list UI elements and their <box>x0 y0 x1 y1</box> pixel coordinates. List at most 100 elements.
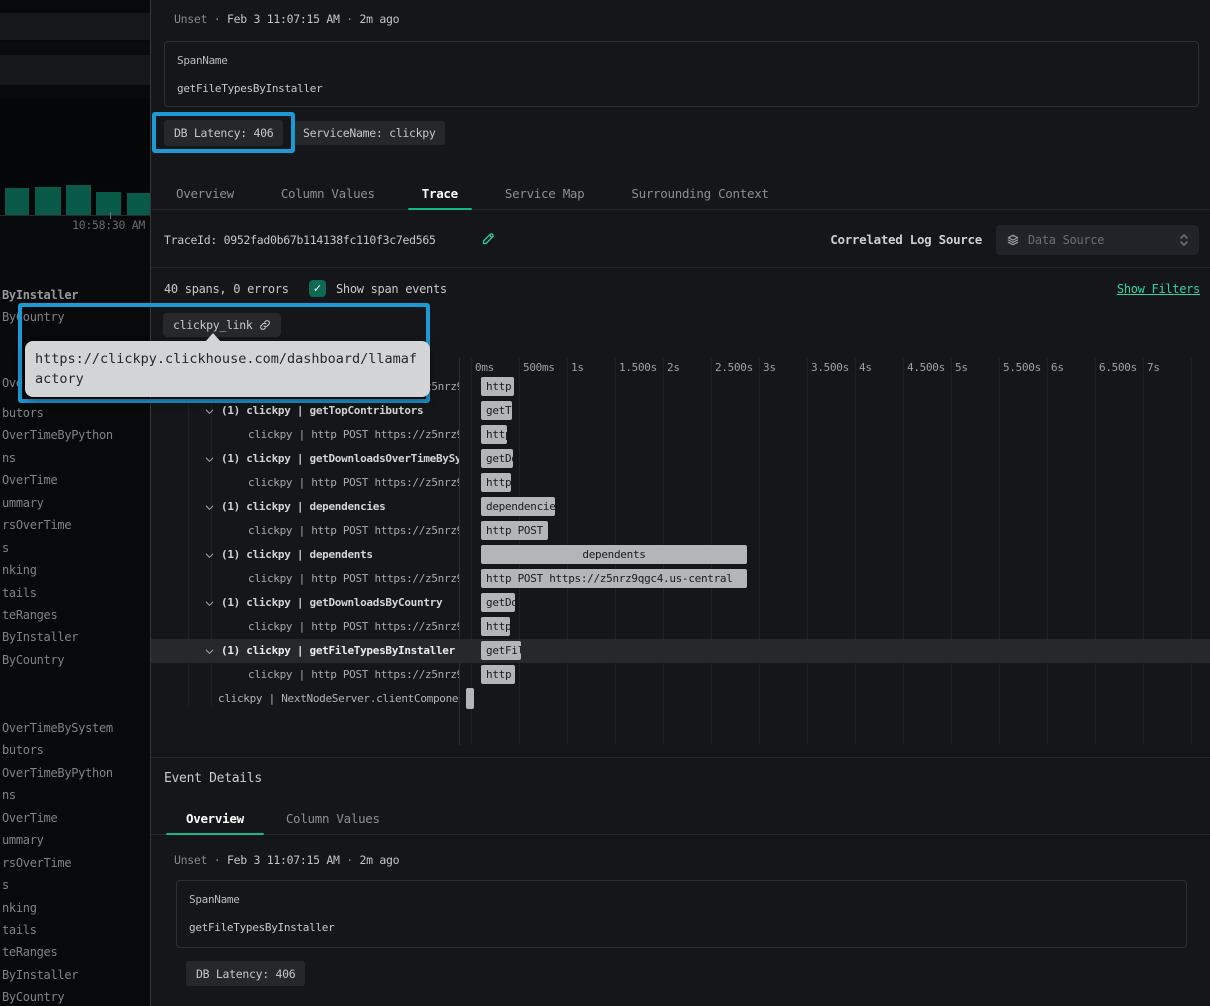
span-duration-bar[interactable]: http POST https://z5nrz9qgc4.us-central <box>481 521 548 540</box>
tab-overview[interactable]: Overview <box>166 802 264 834</box>
sidebar-item[interactable]: rsOverTime <box>2 852 113 874</box>
show-filters-link[interactable]: Show Filters <box>1117 282 1200 296</box>
span-duration-bar[interactable]: http POST https://z5nrz9qgc4.us-central <box>481 617 510 636</box>
db-latency-badge[interactable]: DB Latency: 406 <box>186 961 305 986</box>
sidebar-item[interactable]: ByCountry <box>2 310 64 324</box>
span-name-cell[interactable]: (1) clickpy | dependents <box>151 543 459 567</box>
span-row[interactable]: clickpy | http POST https://z5nrz9qgc4.u… <box>151 663 1210 687</box>
span-duration-bar[interactable]: http POST https://z5nrz9qgc4.us-central <box>481 569 747 588</box>
sidebar-item[interactable]: ByCountry <box>2 986 113 1006</box>
span-name-cell[interactable]: clickpy | http POST https://z5nrz9qgc4.u… <box>151 567 459 591</box>
correlated-log-source-label: Correlated Log Source <box>830 232 982 247</box>
sidebar-item[interactable]: OverTime <box>2 469 113 491</box>
span-name-cell[interactable]: (1) clickpy | getTopContributors <box>151 399 459 423</box>
span-row[interactable]: clickpy | http POST https://z5nrz9qgc4.u… <box>151 423 1210 447</box>
span-name-cell[interactable]: clickpy | http POST https://z5nrz9qgc4.u… <box>151 423 459 447</box>
span-name-cell[interactable]: clickpy | http POST https://z5nrz9qgc4.u… <box>151 663 459 687</box>
span-row[interactable]: clickpy | NextNodeServer.clientComponen <box>151 687 1210 711</box>
span-row[interactable]: clickpy | http POST https://z5nrz9qgc4.u… <box>151 519 1210 543</box>
span-duration-bar[interactable]: http POST https://z5nrz9qgc4.us-central <box>481 377 514 396</box>
sidebar-item[interactable]: ByInstaller <box>2 964 113 986</box>
clickpy-link-chip[interactable]: clickpy_link <box>163 313 281 337</box>
sidebar-item[interactable]: OverTime <box>2 807 113 829</box>
sidebar-item[interactable]: ns <box>2 447 113 469</box>
sidebar-item[interactable]: OverTimeByPython <box>2 762 113 784</box>
sidebar-item[interactable]: s <box>2 537 113 559</box>
sidebar-item[interactable]: OverTimeByPython <box>2 424 113 446</box>
sidebar-item[interactable]: nking <box>2 559 113 581</box>
sidebar-item[interactable]: rsOverTime <box>2 514 113 536</box>
sidebar-item[interactable]: ByInstaller <box>2 288 78 302</box>
span-duration-bar[interactable]: getTopContributors <box>481 401 512 420</box>
sidebar-item[interactable]: nking <box>2 897 113 919</box>
timestamp-text: Feb 3 11:07:15 AM <box>227 12 340 26</box>
sidebar-item[interactable]: butors <box>2 739 113 761</box>
span-duration-bar[interactable]: dependents <box>481 545 747 564</box>
span-name-cell[interactable]: (1) clickpy | getDownloadsOverTimeBySyst… <box>151 447 459 471</box>
span-row[interactable]: (1) clickpy | getTopContributors getTopCo… <box>151 399 1210 423</box>
sidebar-item[interactable]: ByInstaller <box>2 626 113 648</box>
span-name-cell[interactable]: clickpy | http POST https://z5nrz9qgc4.u… <box>151 519 459 543</box>
span-row[interactable]: (1) clickpy | getDownloadsByCountry getDo… <box>151 591 1210 615</box>
minimap-bar <box>5 188 29 215</box>
span-row[interactable]: clickpy | http POST https://z5nrz9qgc4.u… <box>151 471 1210 495</box>
sidebar-item[interactable]: Ove <box>2 376 23 390</box>
span-name-text: (1) clickpy | getDownloadsOverTimeBySyst… <box>221 447 459 471</box>
axis-tick-label: 500ms <box>523 361 555 374</box>
spanname-field-box: SpanName getFileTypesByInstaller <box>164 41 1199 107</box>
tab-column-values[interactable]: Column Values <box>267 178 389 209</box>
span-duration-bar[interactable]: getDownloadsOverTimeBySystem <box>481 449 513 468</box>
sidebar-item[interactable]: tails <box>2 919 113 941</box>
axis-tick-label: 6s <box>1051 361 1064 374</box>
sidebar-item[interactable]: ByCountry <box>2 649 113 671</box>
service-name-badge[interactable]: ServiceName: clickpy <box>293 121 445 145</box>
tab-trace[interactable]: Trace <box>408 178 472 209</box>
span-row[interactable]: clickpy | http POST https://z5nrz9qgc4.u… <box>151 615 1210 639</box>
span-name-text: clickpy | http POST https://z5nrz9qgc4.u… <box>248 423 459 447</box>
span-name-text: clickpy | NextNodeServer.clientComponen <box>218 687 459 711</box>
sidebar-item[interactable]: ummary <box>2 829 113 851</box>
sidebar-item[interactable]: ummary <box>2 492 113 514</box>
span-name-cell[interactable]: clickpy | http POST https://z5nrz9qgc4.u… <box>151 615 459 639</box>
data-source-select[interactable]: Data Source <box>996 225 1199 255</box>
span-duration-bar[interactable] <box>466 688 474 709</box>
db-latency-badge[interactable]: DB Latency: 406 <box>164 120 283 146</box>
span-duration-bar[interactable]: http POST https://z5nrz9qgc4.us-central <box>481 425 507 444</box>
chevron-down-icon[interactable] <box>204 454 215 465</box>
span-name-cell[interactable]: (1) clickpy | getFileTypesByInstaller <box>151 639 459 663</box>
chevron-down-icon[interactable] <box>204 406 215 417</box>
tab-surrounding-context[interactable]: Surrounding Context <box>617 178 782 209</box>
chevron-down-icon[interactable] <box>204 598 215 609</box>
sidebar-item[interactable]: teRanges <box>2 941 113 963</box>
span-name-cell[interactable]: clickpy | NextNodeServer.clientComponen <box>151 687 459 711</box>
sidebar-item[interactable]: butors <box>2 402 113 424</box>
chevron-down-icon[interactable] <box>204 550 215 561</box>
sidebar-item[interactable]: ns <box>2 784 113 806</box>
span-name-text: clickpy | http POST https://z5nrz9qgc4.u… <box>248 615 459 639</box>
span-row[interactable]: (1) clickpy | getFileTypesByInstaller get… <box>151 639 1210 663</box>
span-row[interactable]: (1) clickpy | dependents dependents <box>151 543 1210 567</box>
span-duration-bar[interactable]: http POST https://z5nrz9qgc4.us-central <box>481 473 511 492</box>
tab-column-values[interactable]: Column Values <box>266 802 400 834</box>
span-name-cell[interactable]: (1) clickpy | getDownloadsByCountry <box>151 591 459 615</box>
sidebar-item[interactable]: OverTimeBySystem <box>2 717 113 739</box>
span-duration-bar[interactable]: getDownloadsByCountry <box>481 593 515 612</box>
chevron-down-icon[interactable] <box>204 502 215 513</box>
span-name-cell[interactable]: (1) clickpy | dependencies <box>151 495 459 519</box>
spans-summary-text: 40 spans, 0 errors <box>164 282 289 296</box>
span-row[interactable]: (1) clickpy | dependencies dependencies <box>151 495 1210 519</box>
span-duration-bar[interactable]: getFileTypesByInstaller <box>481 641 521 660</box>
span-duration-bar[interactable]: dependencies <box>481 497 555 516</box>
span-row[interactable]: clickpy | http POST https://z5nrz9qgc4.u… <box>151 567 1210 591</box>
sidebar-item[interactable]: s <box>2 874 113 896</box>
sidebar-item[interactable]: tails <box>2 582 113 604</box>
edit-pencil-icon[interactable] <box>481 231 499 249</box>
span-duration-bar[interactable]: http POST https://z5nrz9qgc4.us-central <box>481 665 515 684</box>
sidebar-item[interactable]: teRanges <box>2 604 113 626</box>
span-row[interactable]: (1) clickpy | getDownloadsOverTimeBySyst… <box>151 447 1210 471</box>
tab-overview[interactable]: Overview <box>162 178 248 209</box>
span-name-cell[interactable]: clickpy | http POST https://z5nrz9qgc4.u… <box>151 471 459 495</box>
chevron-down-icon[interactable] <box>204 646 215 657</box>
tab-service-map[interactable]: Service Map <box>491 178 598 209</box>
show-span-events-checkbox[interactable]: ✓ <box>309 280 326 297</box>
